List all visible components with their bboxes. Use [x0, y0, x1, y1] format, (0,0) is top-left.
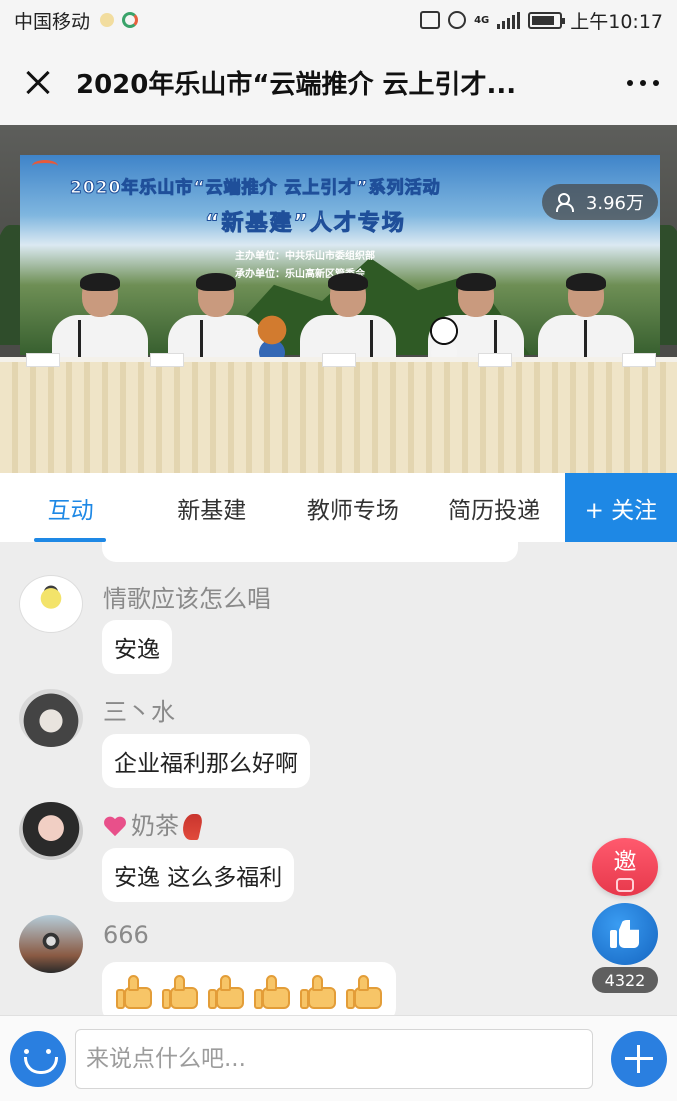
conference-table — [0, 357, 677, 473]
thumbs-up-row — [114, 973, 384, 1011]
thumbs-up-emoji-icon — [160, 973, 200, 1011]
viewers-icon — [555, 193, 578, 212]
more-icon[interactable] — [627, 79, 659, 86]
follow-button[interactable]: + 关注 — [564, 473, 677, 542]
emoji-icon[interactable] — [10, 1030, 66, 1087]
chat-username: 666 — [103, 921, 149, 949]
page-title: 2020年乐山市“云端推介 云上引才... — [76, 70, 517, 100]
vibrate-icon — [420, 11, 441, 29]
status-bar: 中国移动 4G 上午10:17 — [0, 0, 677, 40]
viewer-count: 3.96万 — [585, 193, 644, 214]
thumbs-up-emoji-icon — [114, 973, 154, 1011]
chat-bubble: 安逸 这么多福利 — [102, 848, 295, 902]
user-avatar[interactable] — [19, 575, 83, 633]
thumbs-up-emoji-icon — [252, 973, 292, 1011]
app-notification-icon — [122, 12, 139, 28]
chat-bubble — [102, 962, 396, 1015]
banner-organizer: 主办单位：中共乐山市委组织部 — [235, 251, 375, 262]
plus-icon[interactable] — [611, 1030, 667, 1087]
chat-list[interactable]: 情歌应该怎么唱 安逸 三丶水 企业福利那么好啊 奶茶 安逸 这么多福利 666 — [0, 542, 677, 1015]
battery-icon — [528, 11, 566, 29]
user-avatar[interactable] — [19, 802, 83, 860]
invite-heart-icon — [616, 878, 634, 892]
page-header: 2020年乐山市“云端推介 云上引才... — [0, 40, 677, 125]
heart-icon — [103, 817, 127, 837]
like-count: 4322 — [592, 967, 658, 993]
dancer-emoji-icon — [180, 814, 204, 840]
event-logo — [32, 160, 58, 172]
close-icon[interactable] — [18, 63, 58, 103]
nameplate — [26, 353, 60, 367]
chat-username: 三丶水 — [103, 698, 175, 726]
thumbs-up-icon — [610, 920, 640, 948]
microphone — [584, 320, 587, 360]
user-avatar[interactable] — [19, 915, 83, 973]
clock-label: 上午10:17 — [570, 10, 663, 33]
microphone — [200, 320, 203, 360]
nameplate — [478, 353, 512, 367]
nameplate — [322, 353, 356, 367]
chat-username: 奶茶 — [103, 806, 204, 841]
microphone — [78, 320, 81, 360]
invite-button[interactable]: 邀 — [592, 838, 658, 896]
carrier-label: 中国移动 — [14, 10, 91, 33]
nameplate — [150, 353, 184, 367]
chat-bubble: 企业福利那么好啊 — [102, 734, 310, 788]
user-avatar[interactable] — [19, 689, 83, 747]
thumbs-up-emoji-icon — [344, 973, 384, 1011]
nameplate — [622, 353, 656, 367]
like-button[interactable] — [592, 903, 658, 965]
tab-teacher-session[interactable]: 教师专场 — [282, 473, 423, 542]
chat-username: 情歌应该怎么唱 — [103, 585, 271, 613]
comment-bar — [0, 1015, 677, 1101]
live-video[interactable]: 2020年乐山市“云端推介 云上引才”系列活动 “新基建”人才专场 主办单位：中… — [0, 125, 677, 473]
thumbs-up-emoji-icon — [206, 973, 246, 1011]
network-type-label: 4G — [474, 14, 490, 26]
viewer-count-badge: 3.96万 — [541, 184, 658, 220]
banner-line1: 2020年乐山市“云端推介 云上引才”系列活动 — [70, 178, 441, 199]
signal-icon — [497, 11, 521, 29]
chat-bubble: 安逸 — [102, 620, 172, 674]
alarm-icon — [448, 11, 467, 29]
tab-bar: 互动 新基建 教师专场 简历投递 + 关注 — [0, 473, 677, 542]
tab-resume-submit[interactable]: 简历投递 — [424, 473, 565, 542]
banner-line2: “新基建”人才专场 — [205, 211, 406, 237]
microphone — [370, 320, 373, 360]
chat-bubble-partial — [102, 542, 518, 562]
thumbs-up-emoji-icon — [298, 973, 338, 1011]
tab-new-infrastructure[interactable]: 新基建 — [141, 473, 282, 542]
weather-icon — [100, 13, 115, 27]
comment-input[interactable] — [75, 1028, 593, 1089]
invite-label: 邀 — [613, 849, 637, 875]
tab-interaction[interactable]: 互动 — [0, 473, 141, 542]
